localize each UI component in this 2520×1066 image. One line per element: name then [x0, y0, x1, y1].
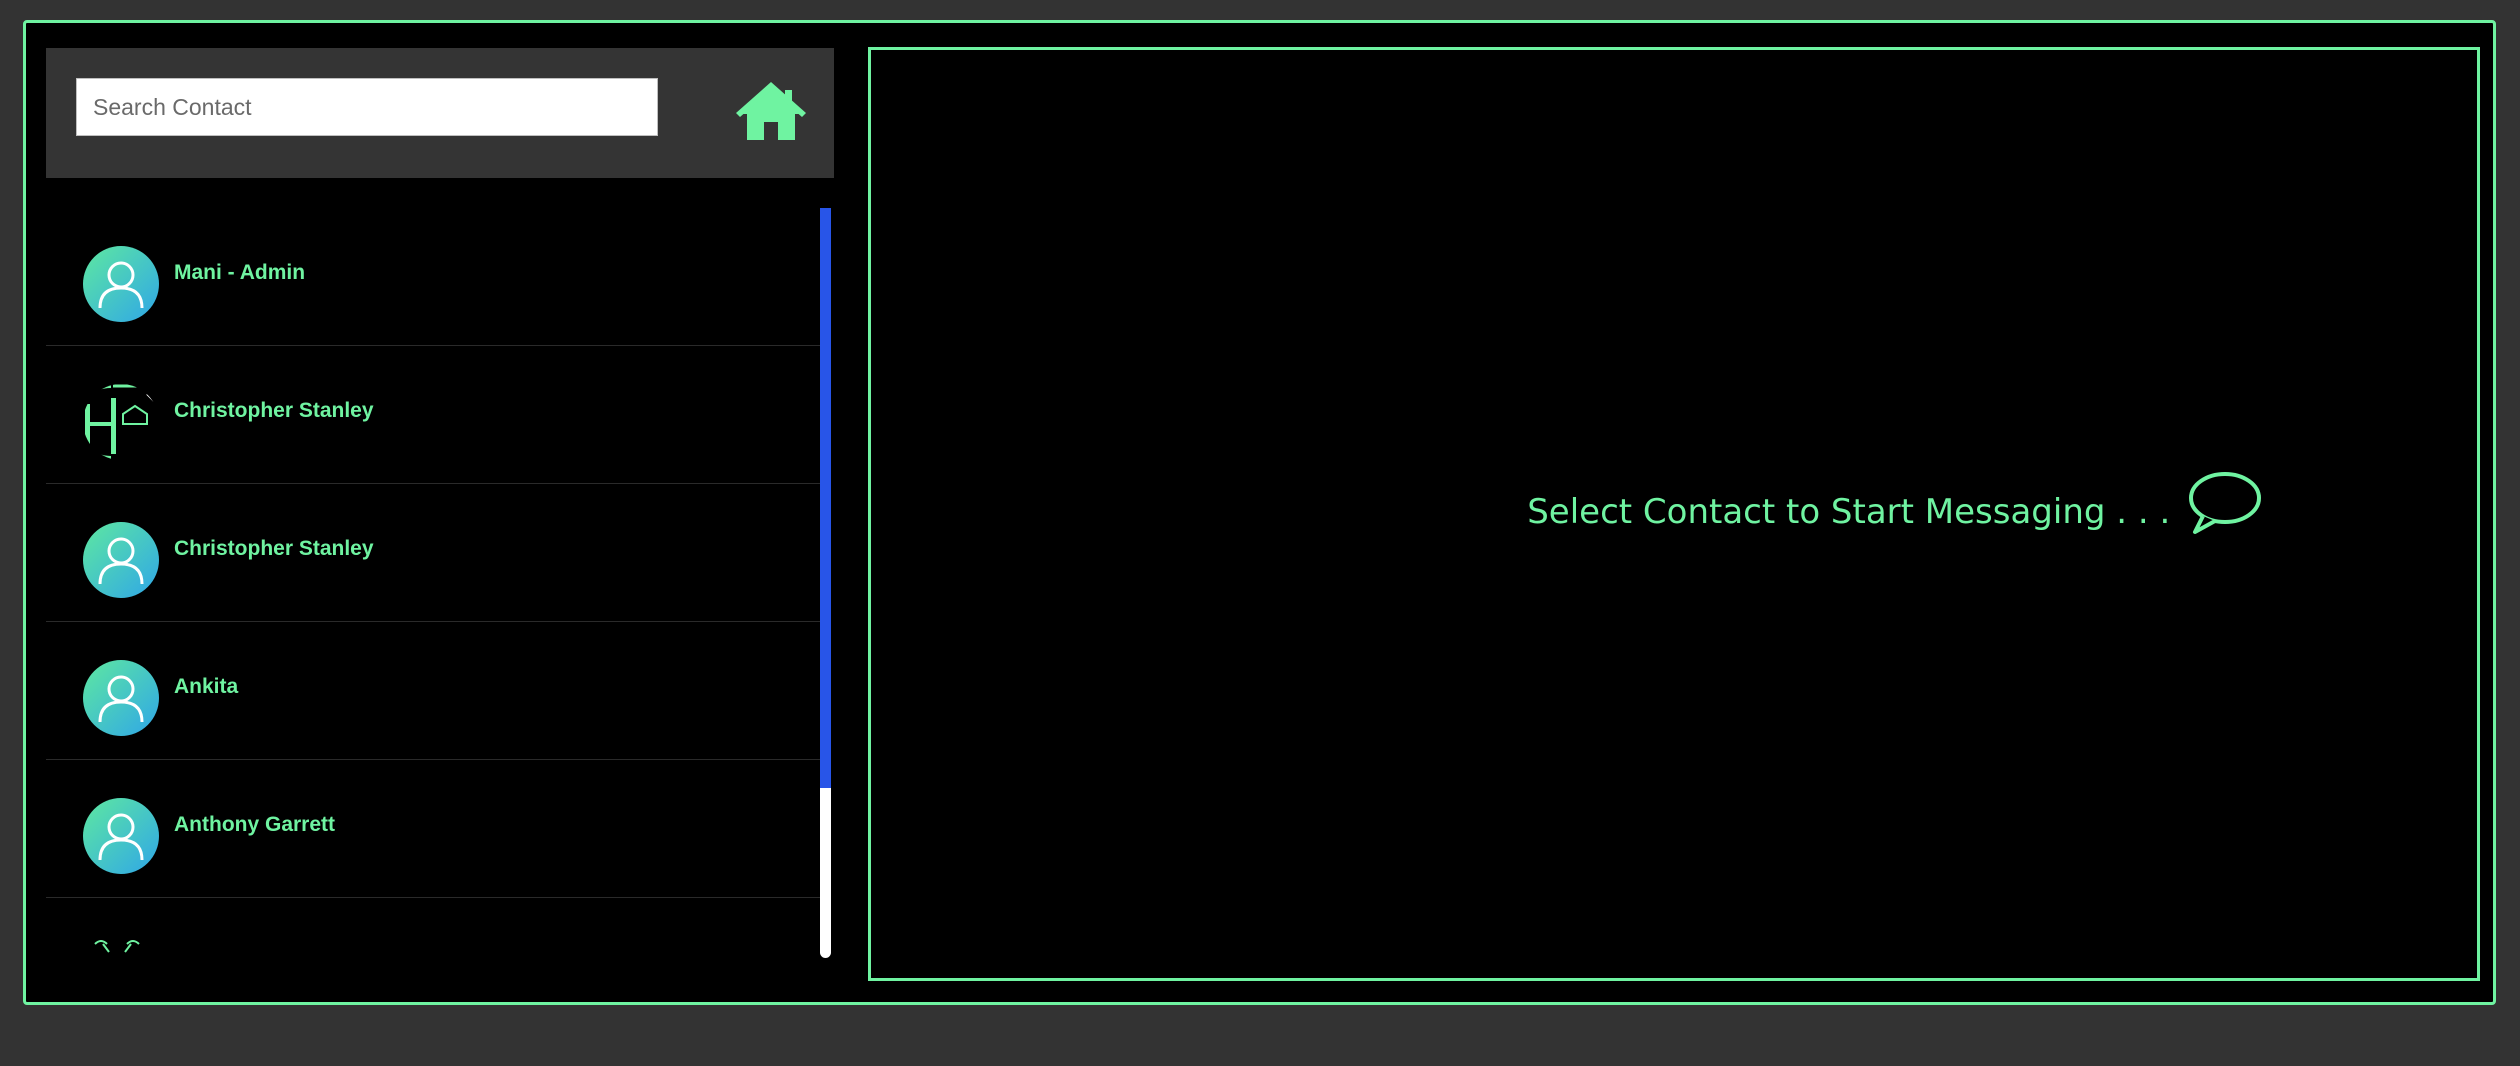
contacts-sidebar: Mani - Admin Christopher Stanley — [46, 48, 834, 980]
logo-avatar — [83, 384, 159, 460]
empty-chat-placeholder: Select Contact to Start Messaging . . . — [871, 472, 2477, 544]
partial-avatar-icon — [94, 940, 140, 953]
user-avatar — [83, 660, 159, 736]
scrollbar-thumb[interactable] — [820, 208, 831, 788]
contact-list-scrollbar[interactable] — [820, 208, 831, 958]
search-contact-input[interactable] — [76, 78, 658, 136]
user-avatar — [83, 522, 159, 598]
contact-item[interactable]: Anthony Garrett — [46, 760, 820, 898]
contact-item[interactable]: Ankita — [46, 622, 820, 760]
logo-icon — [83, 384, 156, 460]
select-contact-message: Select Contact to Start Messaging . . . — [1527, 492, 2171, 532]
user-icon — [98, 537, 144, 585]
home-icon — [736, 82, 806, 140]
home-button[interactable] — [736, 82, 806, 144]
user-avatar — [83, 246, 159, 322]
contact-name: Christopher Stanley — [174, 399, 374, 422]
contact-item[interactable]: Christopher Stanley — [46, 346, 820, 484]
user-icon — [98, 813, 144, 861]
contact-item-partial[interactable] — [46, 898, 820, 958]
contact-item[interactable]: Mani - Admin — [46, 208, 820, 346]
contact-name: Anthony Garrett — [174, 813, 336, 836]
app-frame: Mani - Admin Christopher Stanley — [23, 20, 2496, 1005]
contact-name: Ankita — [174, 675, 239, 698]
search-bar — [46, 48, 834, 178]
user-icon — [98, 261, 144, 309]
user-avatar — [83, 798, 159, 874]
contact-name: Mani - Admin — [174, 261, 306, 284]
chat-panel: Select Contact to Start Messaging . . . — [868, 47, 2480, 981]
user-icon — [98, 675, 144, 723]
contact-name: Christopher Stanley — [174, 537, 374, 560]
contact-item[interactable]: Christopher Stanley — [46, 484, 820, 622]
speech-bubble-icon — [2185, 470, 2261, 534]
contact-list: Mani - Admin Christopher Stanley Christo… — [46, 208, 834, 958]
